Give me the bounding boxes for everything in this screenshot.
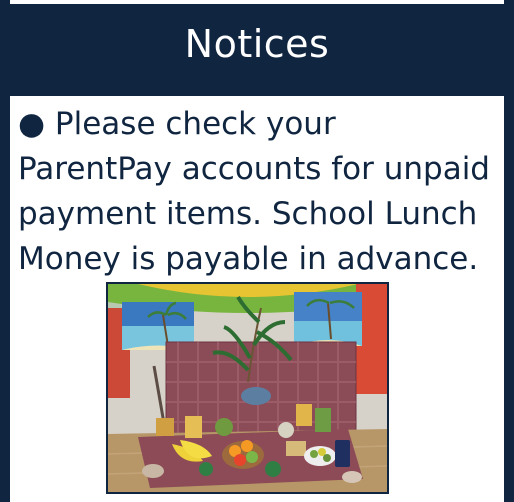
notices-header: Notices (0, 4, 514, 84)
notices-content: ● Please check your ParentPay accounts f… (10, 96, 504, 502)
notice-message: Please check your ParentPay accounts for… (18, 106, 490, 277)
notice-item: ● Please check your ParentPay accounts f… (10, 96, 504, 282)
notices-title: Notices (184, 22, 330, 66)
fruit-display-photo (106, 282, 389, 494)
fruit-display-image (108, 284, 387, 492)
bullet-icon: ● (18, 106, 46, 142)
notices-panel: Notices ● Please check your ParentPay ac… (0, 0, 514, 502)
